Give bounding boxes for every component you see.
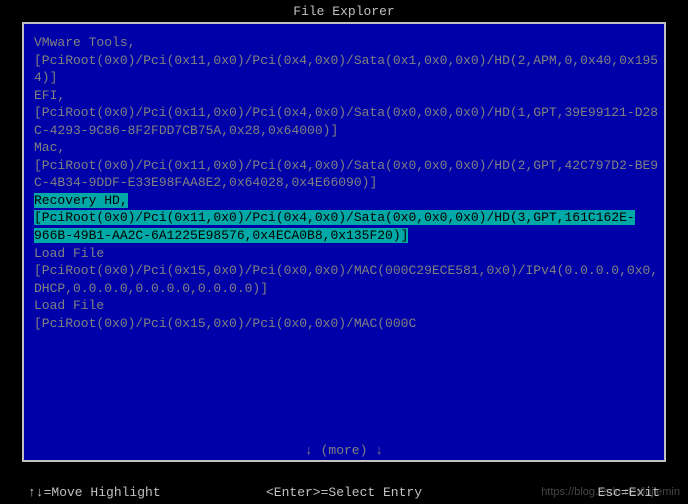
entry-label: Load File <box>34 297 660 315</box>
more-indicator: ↓ (more) ↓ <box>24 443 664 458</box>
entry-path: [PciRoot(0x0)/Pci(0x11,0x0)/Pci(0x4,0x0)… <box>34 104 660 139</box>
entry-path: [PciRoot(0x0)/Pci(0x11,0x0)/Pci(0x4,0x0)… <box>34 210 635 243</box>
entry-loadfile-1[interactable]: Load File [PciRoot(0x0)/Pci(0x15,0x0)/Pc… <box>34 245 660 298</box>
file-list-panel: VMware Tools, [PciRoot(0x0)/Pci(0x11,0x0… <box>22 22 666 462</box>
window-title: File Explorer <box>0 0 688 21</box>
entry-efi[interactable]: EFI, [PciRoot(0x0)/Pci(0x11,0x0)/Pci(0x4… <box>34 87 660 140</box>
entry-loadfile-2[interactable]: Load File [PciRoot(0x0)/Pci(0x15,0x0)/Pc… <box>34 297 660 332</box>
entry-label: EFI, <box>34 87 660 105</box>
watermark: https://blog.csdn.net/lujiemin <box>541 486 680 498</box>
entry-path: [PciRoot(0x0)/Pci(0x15,0x0)/Pci(0x0,0x0)… <box>34 315 660 333</box>
entry-path: [PciRoot(0x0)/Pci(0x15,0x0)/Pci(0x0,0x0)… <box>34 262 660 297</box>
entry-path: [PciRoot(0x0)/Pci(0x11,0x0)/Pci(0x4,0x0)… <box>34 157 660 192</box>
entry-label: Mac, <box>34 139 660 157</box>
entry-label: Load File <box>34 245 660 263</box>
hint-select: <Enter>=Select Entry <box>266 485 422 500</box>
hint-move: ↑↓=Move Highlight <box>28 485 161 500</box>
entry-recovery-hd[interactable]: Recovery HD, [PciRoot(0x0)/Pci(0x11,0x0)… <box>34 192 660 245</box>
entry-mac[interactable]: Mac, [PciRoot(0x0)/Pci(0x11,0x0)/Pci(0x4… <box>34 139 660 192</box>
entry-path: [PciRoot(0x0)/Pci(0x11,0x0)/Pci(0x4,0x0)… <box>34 52 660 87</box>
entry-label: Recovery HD, <box>34 193 128 208</box>
entry-label: VMware Tools, <box>34 34 660 52</box>
entry-vmware[interactable]: VMware Tools, [PciRoot(0x0)/Pci(0x11,0x0… <box>34 34 660 87</box>
